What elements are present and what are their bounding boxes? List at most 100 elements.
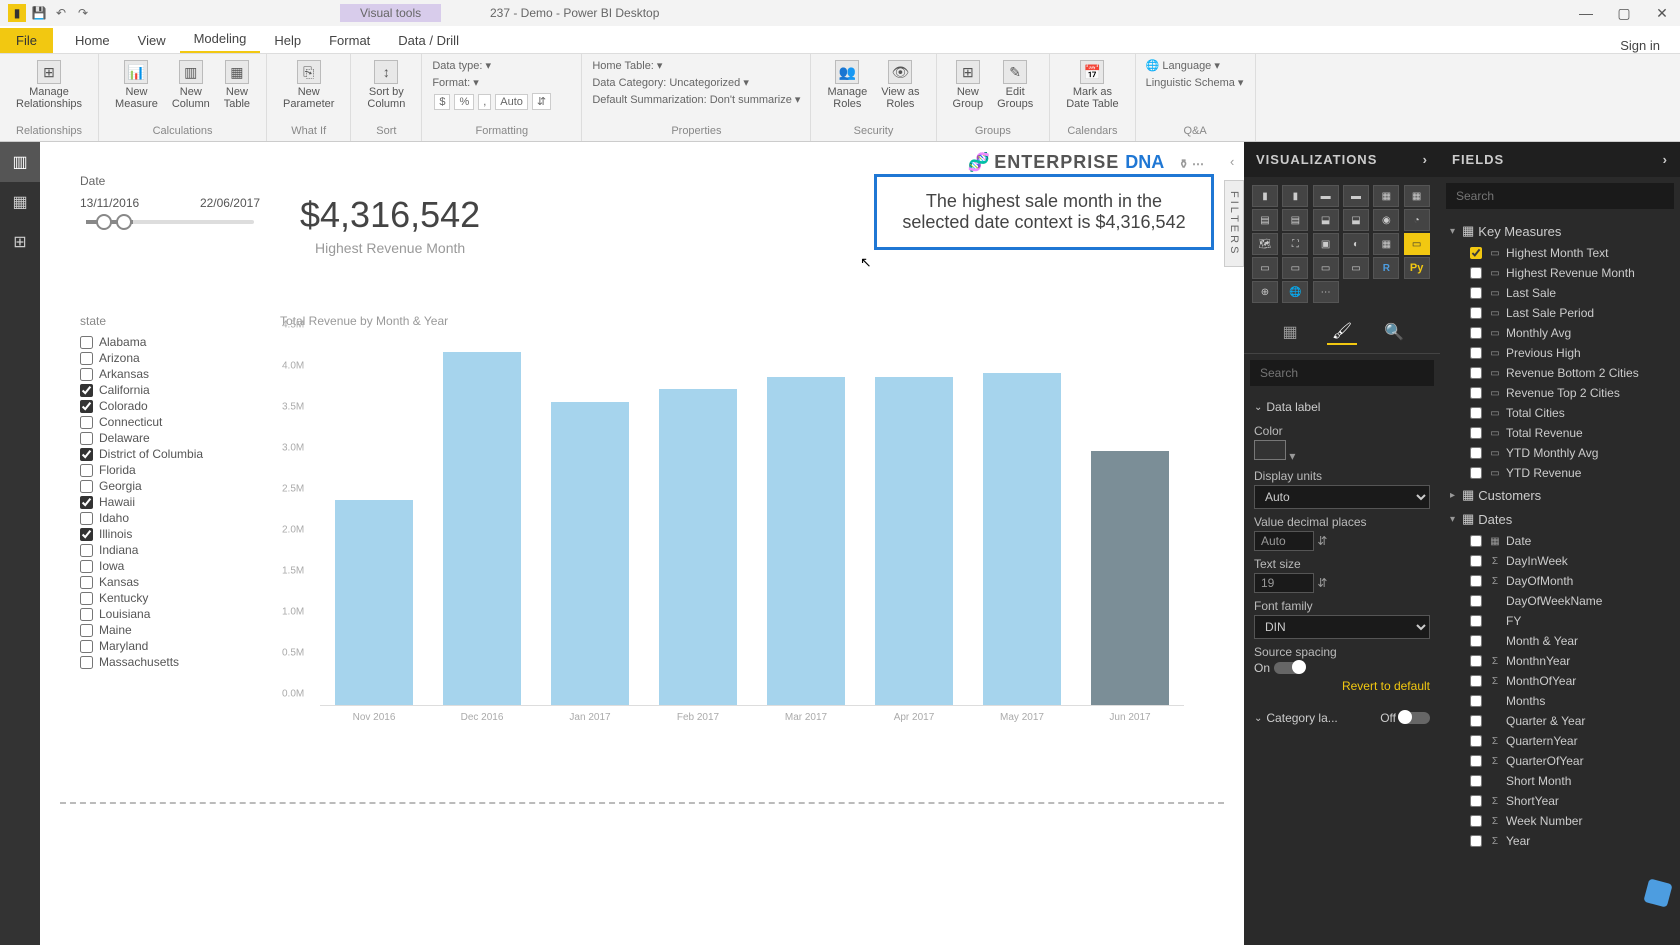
slider-handle-to[interactable] — [116, 214, 132, 230]
state-item[interactable]: District of Columbia — [80, 446, 260, 462]
bar[interactable] — [875, 377, 953, 705]
field-item[interactable]: Quarter & Year — [1440, 711, 1680, 731]
field-checkbox[interactable] — [1470, 427, 1482, 439]
checkbox[interactable] — [80, 464, 93, 477]
viz-type-icon[interactable]: ⋯ — [1313, 281, 1339, 303]
field-checkbox[interactable] — [1470, 267, 1482, 279]
filters-collapsed-tab[interactable]: FILTERS — [1224, 180, 1244, 267]
checkbox[interactable] — [80, 528, 93, 541]
viz-type-icon[interactable]: ▤ — [1252, 209, 1278, 231]
ribbon-button[interactable]: ⊞New Group — [947, 58, 990, 112]
field-item[interactable]: Short Month — [1440, 771, 1680, 791]
viz-type-icon[interactable]: ▭ — [1343, 257, 1369, 279]
field-item[interactable]: ▭Total Revenue — [1440, 423, 1680, 443]
visual-options-icon[interactable]: ⚱ ⋯ — [1179, 157, 1204, 171]
field-checkbox[interactable] — [1470, 535, 1482, 547]
checkbox[interactable] — [80, 352, 93, 365]
field-checkbox[interactable] — [1470, 367, 1482, 379]
field-item[interactable]: Months — [1440, 691, 1680, 711]
state-item[interactable]: Kentucky — [80, 590, 260, 606]
field-checkbox[interactable] — [1470, 347, 1482, 359]
state-item[interactable]: Massachusetts — [80, 654, 260, 670]
field-item[interactable]: ΣYear — [1440, 831, 1680, 851]
viz-type-icon[interactable]: ▬ — [1343, 185, 1369, 207]
format-search-input[interactable] — [1250, 360, 1434, 386]
menu-format[interactable]: Format — [315, 28, 384, 53]
revenue-bar-chart[interactable]: Total Revenue by Month & Year 0.0M0.5M1.… — [280, 314, 1184, 734]
state-item[interactable]: Hawaii — [80, 494, 260, 510]
expand-icon[interactable]: › — [1663, 152, 1668, 167]
field-checkbox[interactable] — [1470, 695, 1482, 707]
checkbox[interactable] — [80, 480, 93, 493]
category-label-toggle[interactable]: Off — [1380, 711, 1430, 725]
viz-type-icon[interactable]: R — [1373, 257, 1399, 279]
field-checkbox[interactable] — [1470, 327, 1482, 339]
redo-icon[interactable]: ↷ — [74, 4, 92, 22]
state-item[interactable]: Kansas — [80, 574, 260, 590]
kpi-card[interactable]: $4,316,542 Highest Revenue Month — [300, 194, 480, 256]
checkbox[interactable] — [80, 656, 93, 669]
state-item[interactable]: Georgia — [80, 478, 260, 494]
manage-relationships-button[interactable]: ⊞Manage Relationships — [10, 58, 88, 112]
viz-type-icon[interactable]: ⛶ — [1282, 233, 1308, 255]
field-item[interactable]: ▭Last Sale — [1440, 283, 1680, 303]
viz-type-icon[interactable]: ◐ — [1343, 233, 1369, 255]
state-item[interactable]: Delaware — [80, 430, 260, 446]
field-checkbox[interactable] — [1470, 387, 1482, 399]
color-swatch[interactable] — [1254, 440, 1286, 460]
viz-type-icon[interactable]: ▭ — [1252, 257, 1278, 279]
sign-in-link[interactable]: Sign in — [1620, 38, 1660, 53]
field-item[interactable]: ▭YTD Revenue — [1440, 463, 1680, 483]
field-item[interactable]: ΣDayInWeek — [1440, 551, 1680, 571]
checkbox[interactable] — [80, 544, 93, 557]
data-label-section[interactable]: ⌄Data label — [1254, 396, 1430, 418]
file-menu[interactable]: File — [0, 28, 53, 53]
field-table[interactable]: ▾ ▦ Dates — [1440, 507, 1680, 531]
field-item[interactable]: ▦Date — [1440, 531, 1680, 551]
field-checkbox[interactable] — [1470, 407, 1482, 419]
analytics-tab-icon[interactable]: 🔍 — [1379, 319, 1409, 345]
viz-type-icon[interactable]: ▦ — [1404, 185, 1430, 207]
field-checkbox[interactable] — [1470, 307, 1482, 319]
category-label-section[interactable]: ⌄Category la... Off — [1254, 707, 1430, 729]
data-view-icon[interactable]: ▦ — [0, 182, 40, 222]
viz-type-icon[interactable]: ⊕ — [1252, 281, 1278, 303]
field-checkbox[interactable] — [1470, 615, 1482, 627]
bar[interactable] — [551, 402, 629, 705]
expand-icon[interactable]: › — [1423, 152, 1428, 167]
field-checkbox[interactable] — [1470, 815, 1482, 827]
bar[interactable] — [659, 389, 737, 705]
viz-type-icon[interactable]: ▭ — [1282, 257, 1308, 279]
state-item[interactable]: Iowa — [80, 558, 260, 574]
fields-search-input[interactable] — [1446, 183, 1674, 209]
mark-date-table-button[interactable]: 📅Mark as Date Table — [1060, 58, 1124, 112]
field-item[interactable]: ▭Total Cities — [1440, 403, 1680, 423]
field-checkbox[interactable] — [1470, 835, 1482, 847]
narrative-text-visual[interactable]: The highest sale month in the selected d… — [874, 174, 1214, 250]
field-item[interactable]: DayOfWeekName — [1440, 591, 1680, 611]
field-item[interactable]: ▭Monthly Avg — [1440, 323, 1680, 343]
font-family-select[interactable]: DIN — [1254, 615, 1430, 639]
checkbox[interactable] — [80, 384, 93, 397]
field-checkbox[interactable] — [1470, 247, 1482, 259]
checkbox[interactable] — [80, 512, 93, 525]
state-item[interactable]: Louisiana — [80, 606, 260, 622]
report-view-icon[interactable]: ▥ — [0, 142, 40, 182]
checkbox[interactable] — [80, 560, 93, 573]
source-spacing-toggle[interactable]: On — [1254, 661, 1304, 675]
undo-icon[interactable]: ↶ — [52, 4, 70, 22]
bar[interactable] — [1091, 451, 1169, 705]
home-table-dropdown[interactable]: Home Table: ▾ — [592, 58, 662, 73]
text-size-input[interactable] — [1254, 573, 1314, 593]
linguistic-schema-dropdown[interactable]: Linguistic Schema ▾ — [1146, 75, 1244, 90]
field-table[interactable]: ▸ ▦ Customers — [1440, 483, 1680, 507]
field-item[interactable]: ΣMonthnYear — [1440, 651, 1680, 671]
checkbox[interactable] — [80, 576, 93, 589]
panel-collapse-icon[interactable]: ‹ — [1230, 154, 1234, 169]
field-item[interactable]: ΣMonthOfYear — [1440, 671, 1680, 691]
checkbox[interactable] — [80, 608, 93, 621]
checkbox[interactable] — [80, 336, 93, 349]
viz-type-icon[interactable]: ▤ — [1282, 209, 1308, 231]
field-item[interactable]: ΣShortYear — [1440, 791, 1680, 811]
viz-type-icon[interactable]: ◔ — [1404, 209, 1430, 231]
